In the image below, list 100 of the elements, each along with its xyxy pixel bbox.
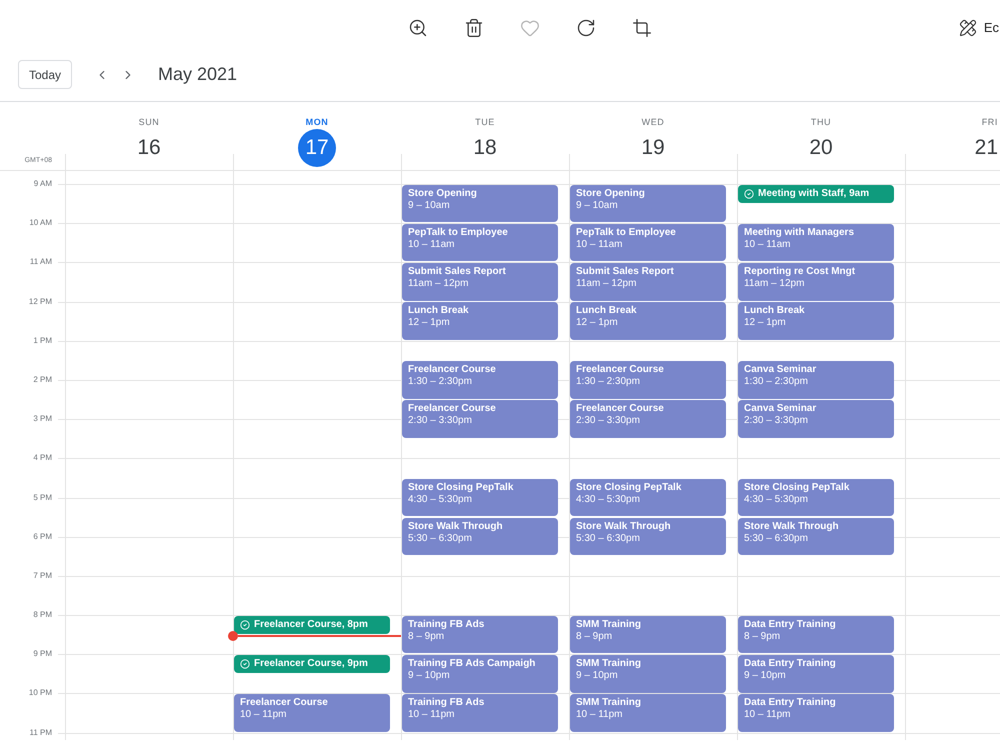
event-time: 11am – 12pm bbox=[576, 278, 636, 290]
task-chip[interactable]: Freelancer Course, 9pm bbox=[234, 654, 390, 673]
date-number[interactable]: 16 bbox=[137, 129, 161, 167]
event-card[interactable]: Freelancer Course 1:30 – 2:30pm bbox=[570, 360, 726, 399]
date-number[interactable]: 18 bbox=[473, 129, 497, 167]
check-circle-icon bbox=[240, 620, 250, 630]
event-card[interactable]: SMM Training 10 – 11pm bbox=[570, 694, 726, 732]
event-time: 8 – 9pm bbox=[576, 630, 612, 643]
date-number[interactable]: 19 bbox=[641, 129, 665, 167]
event-card[interactable]: Freelancer Course 1:30 – 2:30pm bbox=[402, 360, 558, 399]
event-card[interactable]: Store Walk Through 5:30 – 6:30pm bbox=[570, 518, 726, 556]
event-title: Lunch Break bbox=[408, 305, 469, 318]
task-title: Freelancer Course, 9pm bbox=[254, 658, 368, 670]
event-time: 10 – 11am bbox=[576, 238, 623, 251]
event-title: Store Walk Through bbox=[576, 520, 671, 533]
event-title: Freelancer Course bbox=[576, 403, 664, 416]
event-card[interactable]: Data Entry Training 8 – 9pm bbox=[738, 616, 894, 654]
rotate-icon[interactable] bbox=[576, 18, 596, 38]
task-title: Freelancer Course, 8pm bbox=[254, 618, 368, 631]
event-card[interactable]: Store Opening 9 – 10am bbox=[570, 184, 726, 222]
event-card[interactable]: Freelancer Course 10 – 11pm bbox=[234, 694, 390, 732]
event-card[interactable]: Canva Seminar 2:30 – 3:30pm bbox=[738, 400, 894, 438]
event-title: Canva Seminar bbox=[744, 403, 816, 416]
event-title: PepTalk to Employee bbox=[408, 226, 508, 239]
event-card[interactable]: Training FB Ads Campaigh 9 – 10pm bbox=[402, 654, 558, 693]
hour-label: 8 PM bbox=[33, 609, 52, 622]
event-card[interactable]: Store Walk Through 5:30 – 6:30pm bbox=[402, 518, 558, 556]
zoom-in-icon[interactable] bbox=[408, 18, 428, 38]
event-time: 12 – 1pm bbox=[408, 317, 450, 330]
event-card[interactable]: Freelancer Course 2:30 – 3:30pm bbox=[402, 400, 558, 438]
event-card[interactable]: Reporting re Cost Mngt 11am – 12pm bbox=[738, 262, 894, 301]
event-title: SMM Training bbox=[576, 697, 641, 710]
event-title: Store Closing PepTalk bbox=[576, 482, 682, 494]
event-time: 1:30 – 2:30pm bbox=[744, 376, 808, 388]
event-time: 5:30 – 6:30pm bbox=[408, 532, 472, 545]
hour-label: 10 AM bbox=[29, 217, 52, 230]
hour-label: 11 PM bbox=[29, 726, 52, 739]
event-time: 1:30 – 2:30pm bbox=[408, 376, 472, 388]
event-time: 10 – 11pm bbox=[576, 709, 623, 722]
date-number[interactable]: 17 bbox=[298, 129, 336, 167]
event-card[interactable]: SMM Training 9 – 10pm bbox=[570, 654, 726, 693]
hour-label: 12 PM bbox=[28, 296, 52, 308]
event-title: Training FB Ads bbox=[408, 697, 484, 710]
event-card[interactable]: SMM Training 8 – 9pm bbox=[570, 616, 726, 654]
edit-button[interactable]: Ec bbox=[958, 18, 999, 38]
trash-icon[interactable] bbox=[464, 18, 484, 38]
task-chip[interactable]: Freelancer Course, 8pm bbox=[234, 616, 390, 634]
day-name: MON bbox=[306, 117, 328, 128]
hour-label: 9 PM bbox=[33, 648, 52, 660]
day-name: SUN bbox=[138, 117, 160, 128]
crop-icon[interactable] bbox=[632, 18, 652, 38]
pencil-ruler-icon bbox=[958, 19, 977, 37]
event-card[interactable]: Submit Sales Report 11am – 12pm bbox=[570, 262, 726, 301]
event-title: Freelancer Course bbox=[576, 364, 664, 376]
event-time: 4:30 – 5:30pm bbox=[408, 494, 472, 506]
event-time: 12 – 1pm bbox=[744, 317, 786, 330]
hour-label: 2 PM bbox=[33, 374, 52, 386]
day-name: TUE bbox=[475, 117, 495, 128]
event-title: Freelancer Course bbox=[408, 403, 496, 416]
event-card[interactable]: Training FB Ads 10 – 11pm bbox=[402, 694, 558, 732]
event-card[interactable]: PepTalk to Employee 10 – 11am bbox=[402, 224, 558, 262]
event-time: 9 – 10am bbox=[408, 200, 450, 212]
event-time: 10 – 11pm bbox=[408, 709, 455, 722]
event-card[interactable]: Training FB Ads 8 – 9pm bbox=[402, 616, 558, 654]
event-time: 5:30 – 6:30pm bbox=[576, 532, 640, 545]
event-title: Freelancer Course bbox=[240, 697, 328, 710]
event-time: 1:30 – 2:30pm bbox=[576, 376, 640, 388]
month-title: May 2021 bbox=[158, 63, 238, 86]
event-card[interactable]: Submit Sales Report 11am – 12pm bbox=[402, 262, 558, 301]
task-chip[interactable]: Meeting with Staff, 9am bbox=[738, 184, 894, 202]
hour-label: 11 AM bbox=[30, 256, 52, 268]
event-card[interactable]: Data Entry Training 9 – 10pm bbox=[738, 654, 894, 693]
event-time: 10 – 11am bbox=[408, 238, 455, 251]
event-card[interactable]: Lunch Break 12 – 1pm bbox=[402, 302, 558, 340]
event-time: 10 – 11pm bbox=[240, 709, 287, 722]
event-card[interactable]: Canva Seminar 1:30 – 2:30pm bbox=[738, 360, 894, 399]
event-card[interactable]: Store Opening 9 – 10am bbox=[402, 184, 558, 222]
date-number[interactable]: 21 bbox=[974, 129, 998, 167]
event-time: 8 – 9pm bbox=[408, 630, 444, 643]
today-button[interactable]: Today bbox=[18, 60, 72, 89]
day-name: FRI bbox=[982, 117, 998, 128]
event-card[interactable]: Freelancer Course 2:30 – 3:30pm bbox=[570, 400, 726, 438]
event-card[interactable]: Store Closing PepTalk 4:30 – 5:30pm bbox=[570, 478, 726, 516]
date-number[interactable]: 20 bbox=[809, 129, 833, 167]
event-time: 9 – 10am bbox=[576, 200, 618, 212]
event-time: 4:30 – 5:30pm bbox=[744, 494, 808, 506]
event-time: 2:30 – 3:30pm bbox=[744, 415, 808, 428]
event-card[interactable]: Meeting with Managers 10 – 11am bbox=[738, 224, 894, 262]
event-card[interactable]: PepTalk to Employee 10 – 11am bbox=[570, 224, 726, 262]
event-time: 9 – 10pm bbox=[744, 670, 786, 682]
event-card[interactable]: Store Walk Through 5:30 – 6:30pm bbox=[738, 518, 894, 556]
event-card[interactable]: Store Closing PepTalk 4:30 – 5:30pm bbox=[402, 478, 558, 516]
event-card[interactable]: Lunch Break 12 – 1pm bbox=[570, 302, 726, 340]
event-card[interactable]: Store Closing PepTalk 4:30 – 5:30pm bbox=[738, 478, 894, 516]
check-circle-icon bbox=[240, 658, 250, 669]
event-title: Store Opening bbox=[576, 188, 645, 200]
event-time: 10 – 11pm bbox=[744, 709, 791, 722]
event-card[interactable]: Data Entry Training 10 – 11pm bbox=[738, 694, 894, 732]
event-title: Store Closing PepTalk bbox=[744, 482, 850, 494]
event-card[interactable]: Lunch Break 12 – 1pm bbox=[738, 302, 894, 340]
